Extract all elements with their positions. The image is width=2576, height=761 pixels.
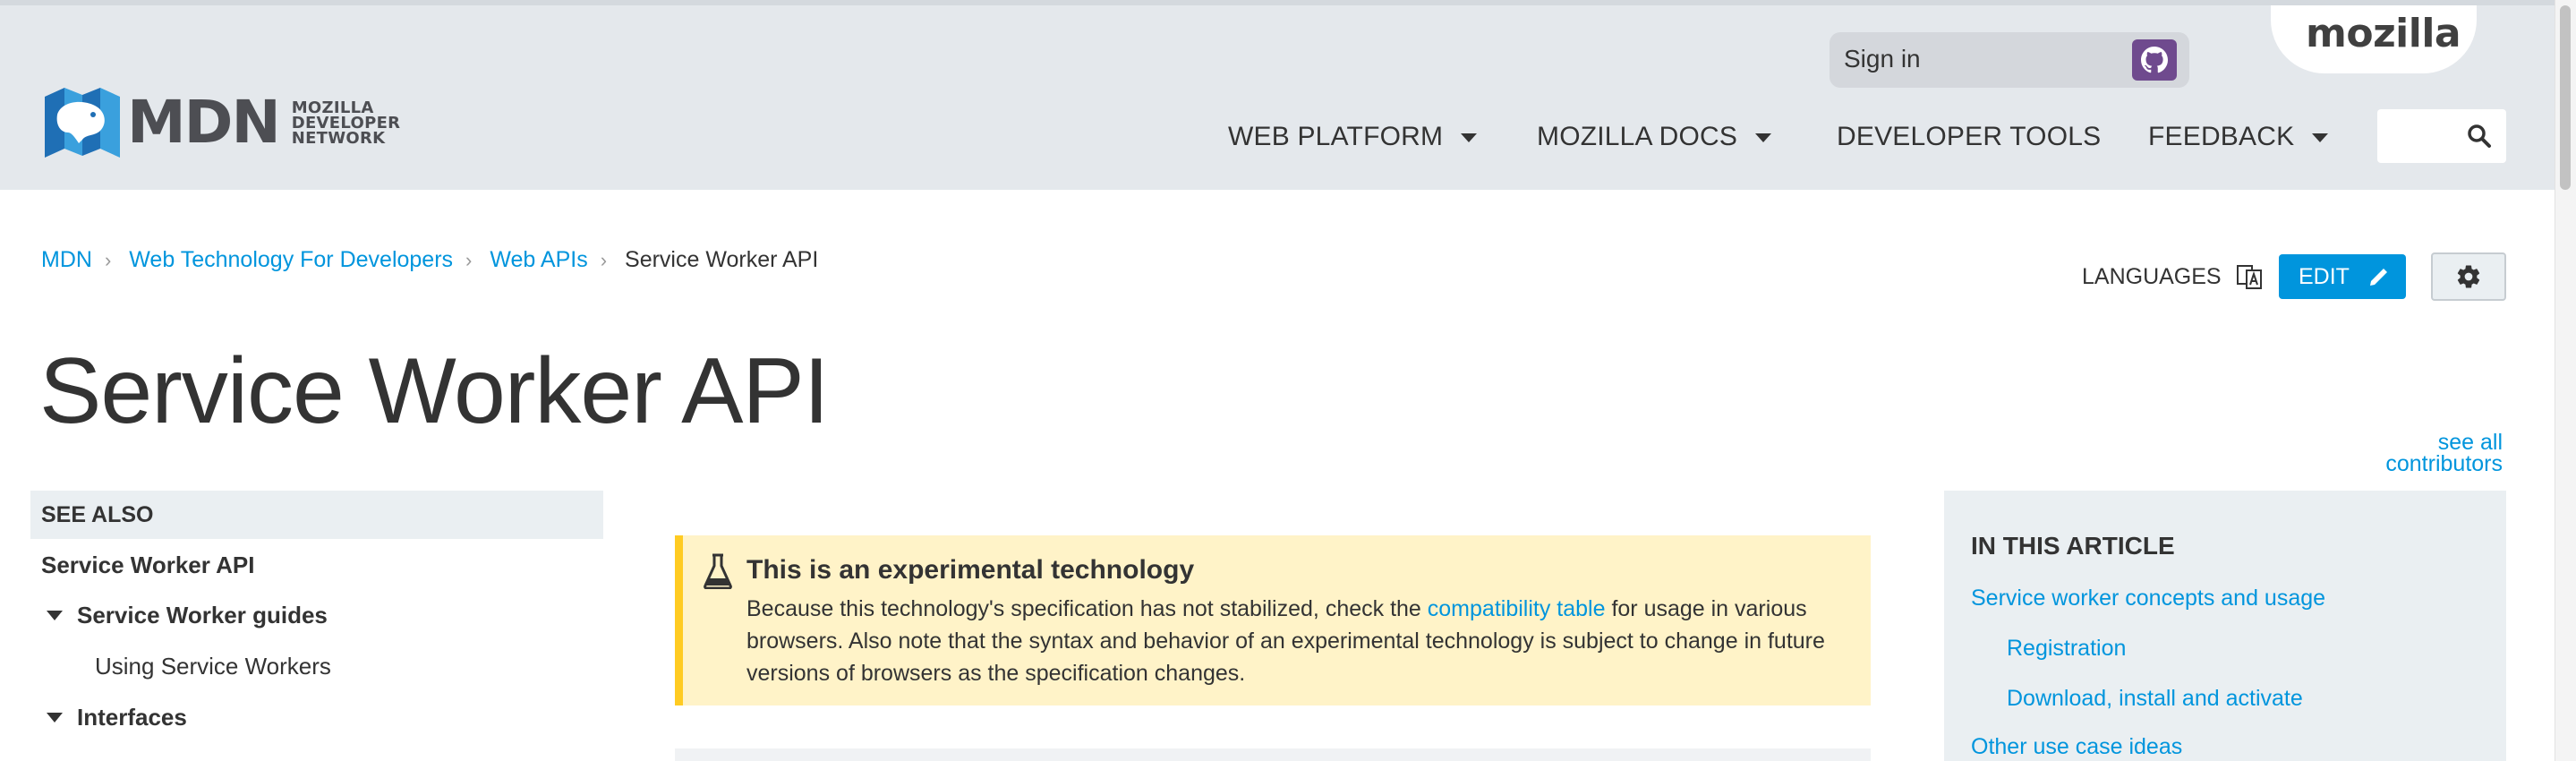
pencil-icon xyxy=(2369,269,2387,286)
search-icon[interactable] xyxy=(2467,124,2492,149)
flask-icon xyxy=(704,553,732,589)
notice-body: Because this technology's specification … xyxy=(746,593,1838,689)
chevron-right-icon: › xyxy=(465,248,473,271)
sidebar-item-label: Service Worker guides xyxy=(77,602,328,628)
nav-feedback[interactable]: FEEDBACK xyxy=(2148,122,2329,152)
mdn-logo[interactable]: MDN MOZILLA DEVELOPER NETWORK xyxy=(41,88,400,158)
breadcrumb-link[interactable]: Web APIs xyxy=(490,247,587,273)
nav-label: WEB PLATFORM xyxy=(1228,122,1444,151)
github-icon-glyph xyxy=(2141,47,2168,73)
site-header: MDN MOZILLA DEVELOPER NETWORK mozilla Si… xyxy=(0,0,2576,190)
nav-mozilla-docs[interactable]: MOZILLA DOCS xyxy=(1537,122,1772,152)
logo-subtitle: MOZILLA DEVELOPER NETWORK xyxy=(291,98,401,148)
signin-button[interactable]: Sign in xyxy=(1830,32,2189,88)
nav-label: FEEDBACK xyxy=(2148,122,2295,151)
chevron-right-icon: › xyxy=(104,248,112,271)
sidebar-item-label: Service Worker API xyxy=(41,552,255,578)
signin-label: Sign in xyxy=(1844,45,1921,73)
languages-label: LANGUAGES xyxy=(2082,263,2222,289)
breadcrumb-current: Service Worker API xyxy=(625,247,819,272)
caret-down-icon xyxy=(2312,133,2329,143)
toc-link[interactable]: Service worker concepts and usage xyxy=(1971,586,2325,611)
toc-heading: IN THIS ARTICLE xyxy=(1971,532,2175,560)
mozilla-wordmark[interactable]: mozilla xyxy=(2306,11,2461,56)
toc-link[interactable]: Download, install and activate xyxy=(2007,686,2303,712)
edit-label: EDIT xyxy=(2299,263,2350,289)
nav-label: MOZILLA DOCS xyxy=(1537,122,1738,151)
notice-title: This is an experimental technology xyxy=(746,555,1195,585)
contributors-link-line: see all xyxy=(2437,430,2503,455)
sidebar-item-label: Interfaces xyxy=(77,704,187,731)
caret-down-icon xyxy=(1755,133,1772,143)
page-title: Service Worker API xyxy=(39,339,830,443)
triangle-down-icon xyxy=(47,611,63,620)
caret-down-icon xyxy=(1461,133,1478,143)
dino-logo-icon xyxy=(45,88,120,158)
languages-button[interactable]: LANGUAGES xyxy=(2082,263,2263,290)
nav-developer-tools[interactable]: DEVELOPER TOOLS xyxy=(1837,122,2101,152)
edit-button[interactable]: EDIT xyxy=(2279,254,2406,299)
see-also-sidebar: SEE ALSO Service Worker API Service Work… xyxy=(30,491,603,731)
contributors-link-line: contributors xyxy=(2385,451,2503,476)
sidebar-heading: SEE ALSO xyxy=(30,491,603,539)
logo-wordmark: MDN xyxy=(127,88,281,157)
gear-icon xyxy=(2457,265,2480,288)
toc-link[interactable]: Registration xyxy=(2007,636,2126,662)
content-block xyxy=(675,748,1871,761)
see-all-contributors-link[interactable]: see all contributors xyxy=(2385,432,2503,475)
triangle-down-icon xyxy=(47,713,63,723)
settings-button[interactable] xyxy=(2431,252,2506,301)
sidebar-item-interfaces[interactable]: Interfaces xyxy=(47,704,187,731)
logo-sub-line: MOZILLA xyxy=(291,98,374,117)
sidebar-item-label: Using Service Workers xyxy=(95,653,331,680)
search-input[interactable] xyxy=(2377,109,2506,163)
translate-icon xyxy=(2236,265,2262,289)
nav-label: DEVELOPER TOOLS xyxy=(1837,122,2102,151)
toc-link[interactable]: Other use case ideas xyxy=(1971,734,2182,760)
breadcrumb: MDN › Web Technology For Developers › We… xyxy=(41,247,818,273)
scrollbar-thumb[interactable] xyxy=(2560,5,2571,190)
chevron-right-icon: › xyxy=(600,248,608,271)
experimental-notice: This is an experimental technology Becau… xyxy=(675,535,1871,705)
breadcrumb-link[interactable]: Web Technology For Developers xyxy=(129,247,453,273)
compatibility-table-link[interactable]: compatibility table xyxy=(1428,596,1606,621)
logo-sub-line: DEVELOPER xyxy=(291,113,401,133)
sidebar-item-service-worker-guides[interactable]: Service Worker guides xyxy=(47,602,328,629)
github-icon[interactable] xyxy=(2132,39,2177,81)
in-this-article-toc: IN THIS ARTICLE Service worker concepts … xyxy=(1944,491,2506,761)
page-scrollbar[interactable] xyxy=(2555,0,2576,761)
breadcrumb-link[interactable]: MDN xyxy=(41,247,92,273)
notice-text: Because this technology's specification … xyxy=(746,596,1428,621)
sidebar-item-using-service-workers[interactable]: Using Service Workers xyxy=(95,653,331,680)
sidebar-item-service-worker-api[interactable]: Service Worker API xyxy=(41,552,254,579)
nav-web-platform[interactable]: WEB PLATFORM xyxy=(1228,122,1478,152)
logo-sub-line: NETWORK xyxy=(291,128,386,148)
